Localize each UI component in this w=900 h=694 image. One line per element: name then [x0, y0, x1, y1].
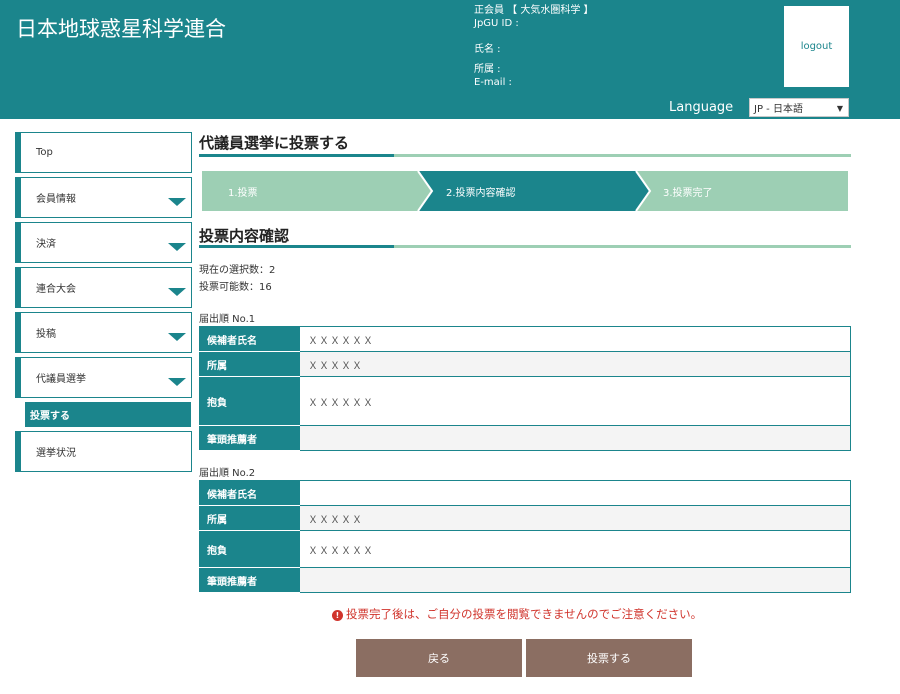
row-value: ＸＸＸＸＸ	[299, 505, 851, 531]
table-row: 候補者氏名	[199, 480, 851, 506]
table-row: 抱負 ＸＸＸＸＸＸ	[199, 530, 851, 568]
progress-steps: 1.投票 2.投票内容確認 3.投票完了	[202, 171, 848, 211]
row-value: ＸＸＸＸＸＸ	[299, 530, 851, 568]
row-header: 候補者氏名	[199, 480, 300, 506]
row-header: 所属	[199, 351, 300, 377]
warning-text: 投票完了後は、ご自分の投票を閲覧できませんのでご注意ください。	[346, 607, 703, 621]
language-select[interactable]: JP - 日本語 ▼	[749, 98, 849, 117]
info-icon: !	[332, 610, 343, 621]
sidebar: Top 会員情報 決済 連合大会 投稿 代議員選挙 投票する 選挙状況	[15, 132, 192, 476]
sidebar-item-label: 代議員選挙	[36, 374, 86, 385]
page-title: 代議員選挙に投票する	[199, 134, 350, 152]
votable-count: 投票可能数：16	[199, 282, 272, 293]
language-label: Language	[669, 100, 734, 115]
sidebar-item-label: 投稿	[36, 329, 56, 340]
sidebar-item-submission[interactable]: 投稿	[15, 312, 192, 353]
member-type: 正会員 【 大気水圏科学 】	[474, 5, 594, 16]
sidebar-item-election[interactable]: 代議員選挙	[15, 357, 192, 398]
row-value: ＸＸＸＸＸＸ	[299, 326, 851, 352]
step-3: 3.投票完了	[663, 187, 713, 199]
expand-triangle-icon	[168, 243, 186, 251]
jpgu-id-label: JpGU ID :	[474, 18, 519, 29]
expand-triangle-icon	[168, 288, 186, 296]
current-selection-count: 現在の選択数：2	[199, 265, 276, 276]
row-header: 所属	[199, 505, 300, 531]
sidebar-item-label: Top	[36, 147, 53, 158]
title-underline	[199, 154, 851, 157]
candidate-order-label: 届出順 No.2	[199, 468, 256, 479]
step-1: 1.投票	[228, 187, 258, 199]
table-row: 筆頭推薦者	[199, 425, 851, 451]
candidate-table: 候補者氏名 所属 ＸＸＸＸＸ 抱負 ＸＸＸＸＸＸ 筆頭推薦者	[199, 480, 851, 593]
sidebar-subitem-vote[interactable]: 投票する	[25, 402, 191, 427]
sidebar-item-label: 決済	[36, 239, 56, 250]
row-header: 筆頭推薦者	[199, 425, 300, 451]
row-header: 候補者氏名	[199, 326, 300, 352]
sidebar-item-meeting[interactable]: 連合大会	[15, 267, 192, 308]
row-value	[299, 425, 851, 451]
sidebar-item-payment[interactable]: 決済	[15, 222, 192, 263]
language-selected: JP - 日本語	[754, 104, 803, 115]
section-title: 投票内容確認	[199, 227, 290, 245]
vote-counts: 現在の選択数：2 投票可能数：16	[199, 262, 275, 296]
sidebar-item-label: 連合大会	[36, 284, 76, 295]
table-row: 抱負 ＸＸＸＸＸＸ	[199, 376, 851, 426]
table-row: 候補者氏名 ＸＸＸＸＸＸ	[199, 326, 851, 352]
table-row: 筆頭推薦者	[199, 567, 851, 593]
table-row: 所属 ＸＸＸＸＸ	[199, 351, 851, 377]
sidebar-item-top[interactable]: Top	[15, 132, 192, 173]
row-header: 抱負	[199, 530, 300, 568]
logout-button[interactable]: logout	[784, 6, 849, 87]
row-value	[299, 567, 851, 593]
row-header: 抱負	[199, 376, 300, 426]
steps-background	[202, 171, 848, 211]
expand-triangle-icon	[168, 198, 186, 206]
step-2-active: 2.投票内容確認	[446, 187, 516, 199]
back-button[interactable]: 戻る	[356, 639, 522, 677]
affiliation-label: 所属 :	[474, 64, 501, 75]
expand-triangle-icon	[168, 333, 186, 341]
sidebar-item-label: 会員情報	[36, 194, 76, 205]
section-underline	[199, 245, 851, 248]
candidate-order-label: 届出順 No.1	[199, 314, 256, 325]
member-info: 正会員 【 大気水圏科学 】 JpGU ID : 氏名 : 所属 : E-mai…	[474, 4, 594, 89]
name-label: 氏名 :	[474, 44, 501, 55]
row-value	[299, 480, 851, 506]
sidebar-item-election-status[interactable]: 選挙状況	[15, 431, 192, 472]
site-title: 日本地球惑星科学連合	[16, 17, 226, 41]
expand-triangle-icon	[168, 378, 186, 386]
chevron-down-icon: ▼	[836, 104, 843, 113]
sidebar-item-member-info[interactable]: 会員情報	[15, 177, 192, 218]
site-header: 日本地球惑星科学連合 正会員 【 大気水圏科学 】 JpGU ID : 氏名 :…	[0, 0, 900, 119]
email-label: E-mail :	[474, 77, 512, 88]
row-value: ＸＸＸＸＸ	[299, 351, 851, 377]
row-value: ＸＸＸＸＸＸ	[299, 376, 851, 426]
table-row: 所属 ＸＸＸＸＸ	[199, 505, 851, 531]
vote-button[interactable]: 投票する	[526, 639, 692, 677]
row-header: 筆頭推薦者	[199, 567, 300, 593]
warning-message: ! 投票完了後は、ご自分の投票を閲覧できませんのでご注意ください。	[332, 606, 702, 622]
candidate-table: 候補者氏名 ＸＸＸＸＸＸ 所属 ＸＸＸＸＸ 抱負 ＸＸＸＸＸＸ 筆頭推薦者	[199, 326, 851, 451]
sidebar-item-label: 選挙状況	[36, 448, 76, 459]
